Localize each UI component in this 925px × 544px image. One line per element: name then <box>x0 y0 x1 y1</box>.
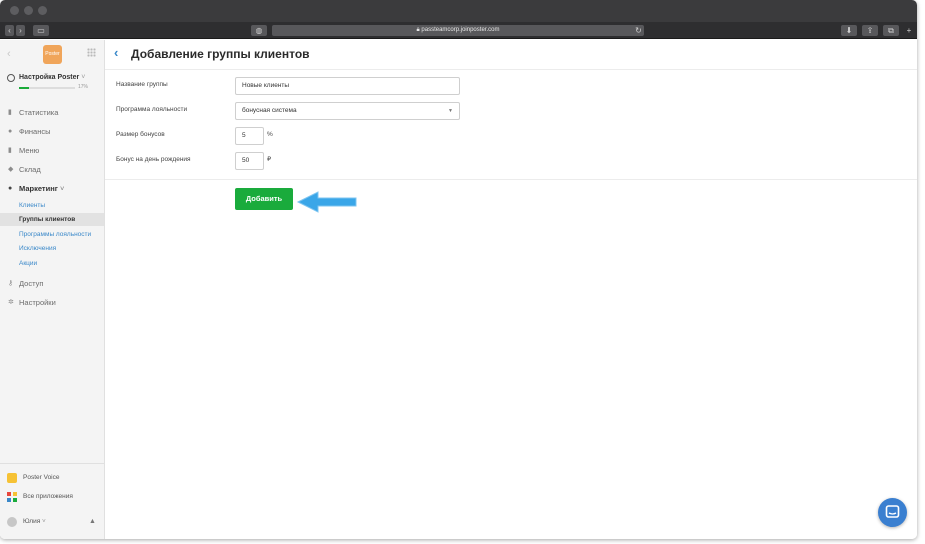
setup-progress-text: 17% <box>78 84 89 90</box>
tabs-icon[interactable]: ⧉ <box>883 25 899 36</box>
annotation-arrow <box>296 191 357 213</box>
box-icon: ◆ <box>8 166 14 173</box>
sidebar-subitem-label: Акции <box>19 260 38 267</box>
sidebar-subitem-client-groups[interactable]: Группы клиентов <box>0 213 104 226</box>
apps-icon <box>7 492 17 502</box>
chevron-down-icon: ˅ <box>59 184 65 193</box>
sidebar-subitem-exclusions[interactable]: Исключения <box>0 242 104 255</box>
download-icon[interactable]: ⬇ <box>841 25 857 36</box>
url-text: passteamcorp.joinposter.com <box>421 27 500 33</box>
apps-grid-icon[interactable] <box>87 48 96 57</box>
poster-logo[interactable]: Poster <box>43 45 62 64</box>
sidebar-item-settings[interactable]: ✲ Настройки <box>0 296 104 310</box>
sidebar-item-label: Статистика <box>19 108 59 117</box>
chat-support-button[interactable] <box>878 498 907 527</box>
currency-unit: ₽ <box>267 156 272 163</box>
coin-icon: ● <box>8 128 13 135</box>
avatar <box>7 517 17 527</box>
gear-icon: ✲ <box>8 299 14 306</box>
add-button[interactable]: Добавить <box>235 188 293 210</box>
account-name: Настройка Poster <box>19 74 80 81</box>
document-icon: ▮ <box>8 147 12 154</box>
chevron-down-icon: ˅ <box>42 518 46 525</box>
birthday-bonus-label: Бонус на день рождения <box>116 156 191 163</box>
sidebar-header: ‹ Poster <box>0 40 104 68</box>
bonus-size-label: Размер бонусов <box>116 131 165 138</box>
user-name: Юлия <box>23 518 41 525</box>
main-content: ‹ Добавление группы клиентов Название гр… <box>105 40 917 539</box>
birthday-bonus-input[interactable]: 50 <box>235 152 264 170</box>
address-bar[interactable]: 🔒︎ passteamcorp.joinposter.com <box>272 25 644 36</box>
close-window-button[interactable] <box>10 6 19 15</box>
forward-nav-icon[interactable]: › <box>16 25 25 36</box>
chat-icon <box>885 505 900 518</box>
sidebar-subitem-promotions[interactable]: Акции <box>0 257 104 270</box>
dropdown-arrow-icon: ▼ <box>448 108 453 114</box>
voice-icon <box>7 473 17 483</box>
sidebar-subitem-label: Клиенты <box>19 202 46 209</box>
form-divider <box>105 179 917 180</box>
page-header: ‹ Добавление группы клиентов <box>105 40 917 70</box>
sidebar: ‹ Poster Настройка Poster ˅ 17% ▮ Статис… <box>0 40 105 539</box>
sidebar-item-label: Склад <box>19 165 41 174</box>
page-title: Добавление группы клиентов <box>131 47 310 61</box>
back-chevron-icon[interactable]: ‹ <box>114 45 118 60</box>
sidebar-item-warehouse[interactable]: ◆ Склад <box>0 163 104 177</box>
loyalty-program-select[interactable]: бонусная система ▼ <box>235 102 460 120</box>
loyalty-program-value: бонусная система <box>242 107 297 114</box>
sidebar-item-marketing[interactable]: ● Маркетинг ˅ <box>0 182 104 196</box>
sidebar-item-label: Маркетинг <box>19 184 58 193</box>
sidebar-subitem-label: Исключения <box>19 245 57 252</box>
chevron-down-icon: ˅ <box>81 74 86 81</box>
zoom-window-button[interactable] <box>38 6 47 15</box>
poster-voice-link[interactable]: Poster Voice <box>0 471 104 485</box>
new-tab-icon[interactable]: + <box>904 25 914 36</box>
sidebar-subitem-label: Группы клиентов <box>19 216 76 223</box>
sidebar-subitem-label: Программы лояльности <box>19 231 92 238</box>
reload-icon[interactable]: ↻ <box>634 25 643 36</box>
sidebar-item-statistics[interactable]: ▮ Статистика <box>0 106 104 120</box>
setup-progress-fill <box>19 87 29 89</box>
setup-progress-bar <box>19 87 75 89</box>
percent-unit: % <box>267 131 273 138</box>
bell-icon[interactable]: ▲ <box>89 515 96 529</box>
chart-icon: ▮ <box>8 109 12 116</box>
sidebar-item-label: Настройки <box>19 298 56 307</box>
all-apps-label: Все приложения <box>23 493 73 500</box>
share-icon[interactable]: ⇪ <box>862 25 878 36</box>
sidebar-item-label: Финансы <box>19 127 51 136</box>
poster-voice-label: Poster Voice <box>23 474 60 481</box>
title-bar <box>0 0 917 22</box>
group-name-input[interactable]: Новые клиенты <box>235 77 460 95</box>
loyalty-program-label: Программа лояльности <box>116 106 188 113</box>
group-name-label: Название группы <box>116 81 168 88</box>
minimize-window-button[interactable] <box>24 6 33 15</box>
sidebar-divider <box>0 463 104 464</box>
sidebar-subitem-clients[interactable]: Клиенты <box>0 199 104 212</box>
browser-window: ‹ › ▭ ◍ 🔒︎ passteamcorp.joinposter.com ↻… <box>0 0 917 539</box>
key-icon: ⚷ <box>8 280 14 287</box>
sidebar-item-menu[interactable]: ▮ Меню <box>0 144 104 158</box>
user-menu[interactable]: Юлия ˅ ▲ <box>0 515 104 529</box>
poster-app: ‹ Poster Настройка Poster ˅ 17% ▮ Статис… <box>0 40 917 539</box>
privacy-icon[interactable]: ◍ <box>251 25 267 36</box>
megaphone-icon: ● <box>8 185 13 192</box>
bonus-size-input[interactable]: 5 <box>235 127 264 145</box>
sidebar-item-access[interactable]: ⚷ Доступ <box>0 277 104 291</box>
chevron-left-icon[interactable]: ‹ <box>7 48 11 60</box>
sidebar-item-label: Меню <box>19 146 40 155</box>
sidebar-item-finance[interactable]: ● Финансы <box>0 125 104 139</box>
sidebar-subitem-loyalty-programs[interactable]: Программы лояльности <box>0 228 104 241</box>
sidebar-toggle-icon[interactable]: ▭ <box>33 25 49 36</box>
sidebar-item-label: Доступ <box>19 279 44 288</box>
browser-toolbar: ‹ › ▭ ◍ 🔒︎ passteamcorp.joinposter.com ↻… <box>0 22 917 39</box>
account-setup[interactable]: Настройка Poster ˅ 17% <box>7 74 99 96</box>
back-nav-icon[interactable]: ‹ <box>5 25 14 36</box>
setup-icon <box>7 74 15 82</box>
all-apps-link[interactable]: Все приложения <box>0 490 104 504</box>
